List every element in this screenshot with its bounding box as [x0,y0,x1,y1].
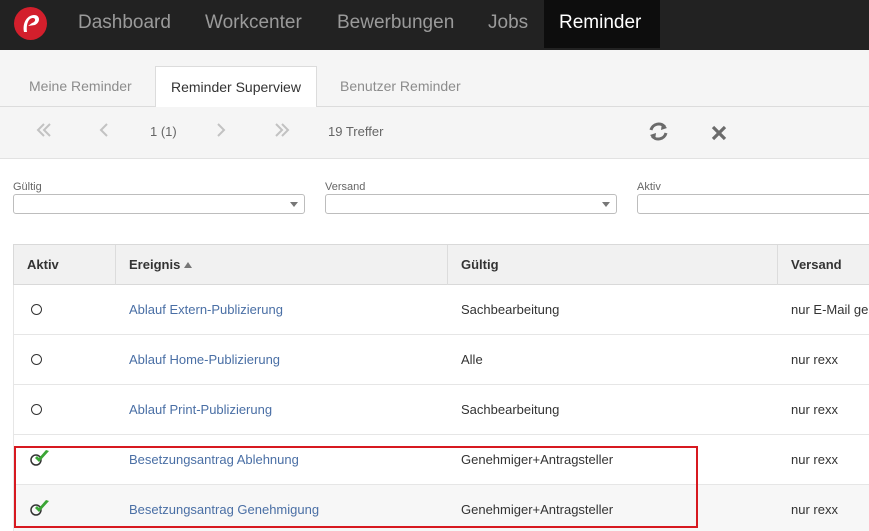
inactive-status-icon[interactable] [31,404,42,415]
column-header-ereignis[interactable]: Ereignis [116,245,448,285]
prev-page-icon[interactable] [98,121,110,143]
hit-count: 19 Treffer [328,124,384,139]
sort-ascending-icon [184,262,193,268]
table-row[interactable]: Besetzungsantrag Genehmigung Genehmiger+… [13,485,869,531]
nav-bewerbungen[interactable]: Bewerbungen [337,0,454,48]
tab-bar: Meine Reminder Reminder Superview Benutz… [0,50,869,108]
active-check-icon[interactable] [29,499,51,522]
first-page-icon[interactable] [35,121,53,143]
active-check-icon[interactable] [29,449,51,472]
inactive-status-icon[interactable] [31,354,42,365]
ereignis-link[interactable]: Besetzungsantrag Ablehnung [116,435,448,484]
column-header-aktiv[interactable]: Aktiv [14,245,116,285]
filter-label-gueltig: Gültig [13,181,42,193]
last-page-icon[interactable] [273,121,291,143]
nav-dashboard[interactable]: Dashboard [78,0,171,48]
versand-cell: nur rexx [791,352,838,367]
table-row[interactable]: Ablauf Home-Publizierung Alle nur rexx [13,335,869,385]
page-indicator: 1 (1) [150,124,177,139]
table-row[interactable]: Ablauf Print-Publizierung Sachbearbeitun… [13,385,869,435]
table-header: Aktiv Ereignis Gültig Versand [13,244,869,285]
gueltig-cell: Sachbearbeitung [461,302,560,317]
versand-cell: nur rexx [791,402,838,417]
gueltig-cell: Sachbearbeitung [461,402,560,417]
nav-reminder[interactable]: Reminder [544,0,660,48]
gueltig-cell: Alle [461,352,483,367]
next-page-icon[interactable] [215,121,227,143]
table-row[interactable]: Besetzungsantrag Ablehnung Genehmiger+An… [13,435,869,485]
nav-jobs[interactable]: Jobs [488,0,528,48]
column-header-versand[interactable]: Versand [778,245,869,285]
app-logo-icon[interactable] [14,7,47,40]
gueltig-cell: Genehmiger+Antragsteller [461,502,614,517]
nav-workcenter[interactable]: Workcenter [205,0,302,48]
filter-versand-select[interactable] [325,194,617,214]
chevron-down-icon [602,202,610,207]
filter-label-versand: Versand [325,181,366,193]
column-header-ereignis-label: Ereignis [129,257,181,272]
tab-meine-reminder[interactable]: Meine Reminder [29,66,132,107]
tab-benutzer-reminder[interactable]: Benutzer Reminder [340,66,461,107]
pager-toolbar: 1 (1) 19 Treffer [0,107,869,159]
versand-cell: nur E-Mail ge [791,302,869,317]
column-header-gueltig[interactable]: Gültig [448,245,778,285]
close-icon[interactable] [710,124,728,147]
table-row[interactable]: Ablauf Extern-Publizierung Sachbearbeitu… [13,285,869,335]
filter-gueltig-select[interactable] [13,194,305,214]
filter-aktiv-select[interactable] [637,194,869,214]
versand-cell: nur rexx [791,452,838,467]
tab-reminder-superview[interactable]: Reminder Superview [155,66,317,108]
gueltig-cell: Genehmiger+Antragsteller [461,452,614,467]
top-navigation-bar: Dashboard Workcenter Bewerbungen Jobs Re… [0,0,869,50]
filter-label-aktiv: Aktiv [637,181,661,193]
ereignis-link[interactable]: Ablauf Extern-Publizierung [116,285,448,334]
refresh-icon[interactable] [647,120,670,148]
versand-cell: nur rexx [791,502,838,517]
ereignis-link[interactable]: Ablauf Print-Publizierung [116,385,448,434]
inactive-status-icon[interactable] [31,304,42,315]
ereignis-link[interactable]: Besetzungsantrag Genehmigung [116,485,448,531]
chevron-down-icon [290,202,298,207]
ereignis-link[interactable]: Ablauf Home-Publizierung [116,335,448,384]
